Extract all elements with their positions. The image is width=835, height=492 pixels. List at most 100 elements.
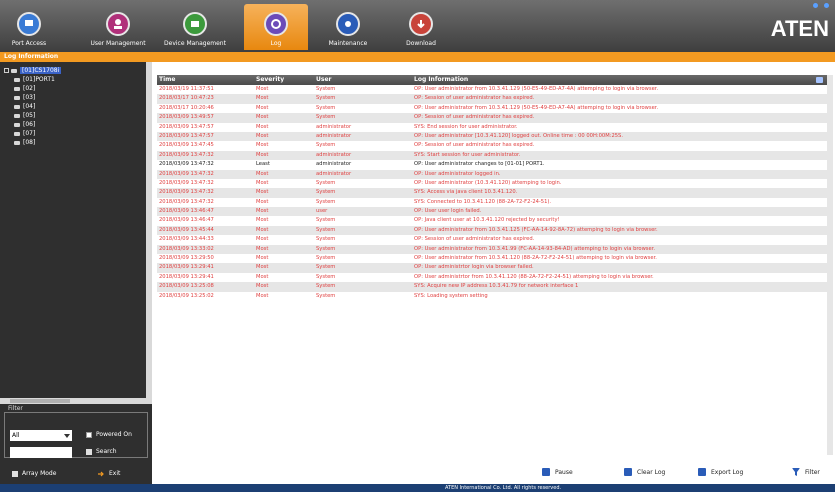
log-vertical-scrollbar[interactable] bbox=[827, 75, 833, 455]
table-row[interactable]: 2018/03/09 13:46:47 Most System OP: Java cl… bbox=[157, 216, 827, 226]
scrollbar-thumb[interactable] bbox=[10, 399, 70, 403]
cell-log-information: OP: User administrator from 10.3.41.125 … bbox=[414, 226, 658, 233]
cell-user: user bbox=[316, 208, 328, 215]
cell-time: 2018/03/09 13:47:32 bbox=[159, 151, 214, 158]
cell-severity: Most bbox=[256, 123, 269, 130]
log-table: Time Severity User Log Information 2018/… bbox=[157, 75, 827, 385]
nav-user-management[interactable]: User Management bbox=[88, 4, 148, 50]
cell-user: System bbox=[316, 273, 336, 280]
cell-log-information: OP: User user login failed. bbox=[414, 208, 482, 215]
col-user[interactable]: User bbox=[314, 75, 410, 85]
table-row[interactable]: 2018/03/09 13:29:41 Most System OP: User ad… bbox=[157, 263, 827, 273]
nav-download[interactable]: Download bbox=[398, 4, 444, 50]
cell-time: 2018/03/09 13:25:08 bbox=[159, 283, 214, 290]
cell-time: 2018/03/09 13:47:57 bbox=[159, 132, 214, 139]
cell-log-information: OP: User administrtor from 10.3.41.120 (… bbox=[414, 273, 654, 280]
table-row[interactable]: 2018/03/09 13:47:32 Most System OP: User ad… bbox=[157, 178, 827, 189]
nav-device-management[interactable]: Device Management bbox=[162, 4, 228, 50]
tree-item[interactable]: [01]PORT1 bbox=[4, 75, 144, 84]
filter-text-input[interactable] bbox=[10, 447, 72, 458]
minimize-icon[interactable] bbox=[813, 3, 818, 8]
nav-log[interactable]: Log bbox=[244, 4, 308, 50]
cell-user: System bbox=[316, 104, 336, 111]
table-row[interactable]: 2018/03/09 13:47:45 Most System OP: Session… bbox=[157, 141, 827, 151]
table-row[interactable]: 2018/03/09 13:47:32 Most administrator SYS:… bbox=[157, 150, 827, 161]
col-time[interactable]: Time bbox=[157, 75, 253, 85]
clear-log-button[interactable]: Clear Log bbox=[624, 468, 665, 476]
table-row[interactable]: 2018/03/09 13:25:08 Most System SYS: Acquir… bbox=[157, 282, 827, 292]
array-mode-icon bbox=[12, 470, 18, 477]
table-row[interactable]: 2018/03/09 13:29:50 Most System OP: User ad… bbox=[157, 254, 827, 264]
tree-root[interactable]: [01]CS1708i bbox=[4, 66, 144, 75]
tree-item[interactable]: [02] bbox=[4, 84, 144, 93]
powered-on-checkbox[interactable] bbox=[86, 432, 92, 438]
filter-select[interactable]: All bbox=[10, 430, 72, 441]
cell-log-information: SYS: End session for user administrator. bbox=[414, 123, 518, 130]
table-row[interactable]: 2018/03/09 13:47:57 Most administrator OP: … bbox=[157, 131, 827, 142]
exit-button[interactable]: Exit bbox=[98, 470, 120, 477]
cell-severity: Most bbox=[256, 283, 269, 290]
close-icon[interactable] bbox=[824, 3, 829, 8]
cell-log-information: SYS: Start session for user administrato… bbox=[414, 151, 521, 158]
cell-log-information: OP: User administrtor login via browser … bbox=[414, 264, 534, 271]
cell-severity: Most bbox=[256, 104, 269, 111]
cell-user: administrator bbox=[316, 170, 352, 177]
chevron-down-icon bbox=[64, 434, 70, 438]
maintenance-icon bbox=[336, 12, 360, 36]
table-row[interactable]: 2018/03/09 13:33:02 Most System OP: User ad… bbox=[157, 244, 827, 255]
table-row[interactable]: 2018/03/09 13:47:32 Most System SYS: Access… bbox=[157, 188, 827, 198]
search-button[interactable]: Search bbox=[86, 448, 117, 455]
cell-severity: Least bbox=[256, 161, 270, 168]
cell-severity: Most bbox=[256, 245, 269, 252]
table-row[interactable]: 2018/03/17 10:20:46 Most System OP: User ad… bbox=[157, 103, 827, 114]
cell-user: System bbox=[316, 292, 336, 299]
export-log-button[interactable]: Export Log bbox=[698, 468, 743, 476]
pause-icon bbox=[542, 468, 550, 476]
table-row[interactable]: 2018/03/09 13:45:44 Most System OP: User ad… bbox=[157, 225, 827, 236]
table-row[interactable]: 2018/03/09 13:25:02 Most System SYS: Loadin… bbox=[157, 291, 827, 301]
column-settings-icon[interactable] bbox=[816, 77, 823, 83]
tree-item[interactable]: [07] bbox=[4, 129, 144, 138]
table-row[interactable]: 2018/03/09 13:49:57 Most System OP: Session… bbox=[157, 113, 827, 123]
cell-user: administrator bbox=[316, 123, 352, 130]
tree-vertical-scrollbar[interactable] bbox=[146, 62, 152, 402]
col-severity[interactable]: Severity bbox=[254, 75, 314, 85]
nav-maintenance[interactable]: Maintenance bbox=[322, 4, 374, 50]
port-icon bbox=[14, 131, 20, 136]
nav-port-access[interactable]: Port Access bbox=[6, 4, 52, 50]
cell-time: 2018/03/09 13:25:02 bbox=[159, 292, 214, 299]
cell-time: 2018/03/09 13:45:44 bbox=[159, 226, 214, 233]
tree-item[interactable]: [08] bbox=[4, 138, 144, 147]
tree-horizontal-scrollbar[interactable] bbox=[0, 398, 152, 404]
col-log-information[interactable]: Log Information bbox=[412, 75, 812, 85]
cell-severity: Most bbox=[256, 179, 269, 186]
table-row[interactable]: 2018/03/19 11:37:51 Most System OP: User ad… bbox=[157, 85, 827, 95]
port-icon bbox=[14, 104, 20, 109]
cell-user: System bbox=[316, 226, 336, 233]
tree-item[interactable]: [06] bbox=[4, 120, 144, 129]
table-row[interactable]: 2018/03/09 13:47:32 Most administrator OP: … bbox=[157, 169, 827, 179]
device-icon bbox=[11, 68, 17, 73]
tree-item[interactable]: [05] bbox=[4, 111, 144, 120]
cell-severity: Most bbox=[256, 198, 269, 205]
tree-expander-icon[interactable] bbox=[4, 68, 9, 73]
tree-item[interactable]: [04] bbox=[4, 102, 144, 111]
cell-log-information: OP: User administrator from 10.3.41.129 … bbox=[414, 104, 659, 111]
table-row[interactable]: 2018/03/09 13:47:32 Least administrator OP:… bbox=[157, 160, 827, 170]
filter-button[interactable]: Filter bbox=[792, 468, 820, 476]
table-row[interactable]: 2018/03/09 13:47:57 Most administrator SYS:… bbox=[157, 122, 827, 132]
log-icon bbox=[264, 12, 288, 36]
table-row[interactable]: 2018/03/09 13:44:33 Most System OP: Session… bbox=[157, 235, 827, 245]
cell-log-information: OP: User administrator logged in. bbox=[414, 170, 501, 177]
cell-user: System bbox=[316, 264, 336, 271]
table-row[interactable]: 2018/03/09 13:46:47 Most user OP: User user… bbox=[157, 207, 827, 217]
array-mode-button[interactable]: Array Mode bbox=[12, 470, 56, 477]
search-icon bbox=[86, 448, 92, 455]
table-row[interactable]: 2018/03/09 13:47:32 Most System SYS: Connec… bbox=[157, 197, 827, 208]
table-row[interactable]: 2018/03/09 13:29:41 Most System OP: User ad… bbox=[157, 272, 827, 283]
port-icon bbox=[14, 122, 20, 127]
tree-item[interactable]: [03] bbox=[4, 93, 144, 102]
table-row[interactable]: 2018/03/17 10:47:23 Most System OP: Session… bbox=[157, 94, 827, 104]
pause-button[interactable]: Pause bbox=[542, 468, 573, 476]
cell-user: administrator bbox=[316, 151, 352, 158]
